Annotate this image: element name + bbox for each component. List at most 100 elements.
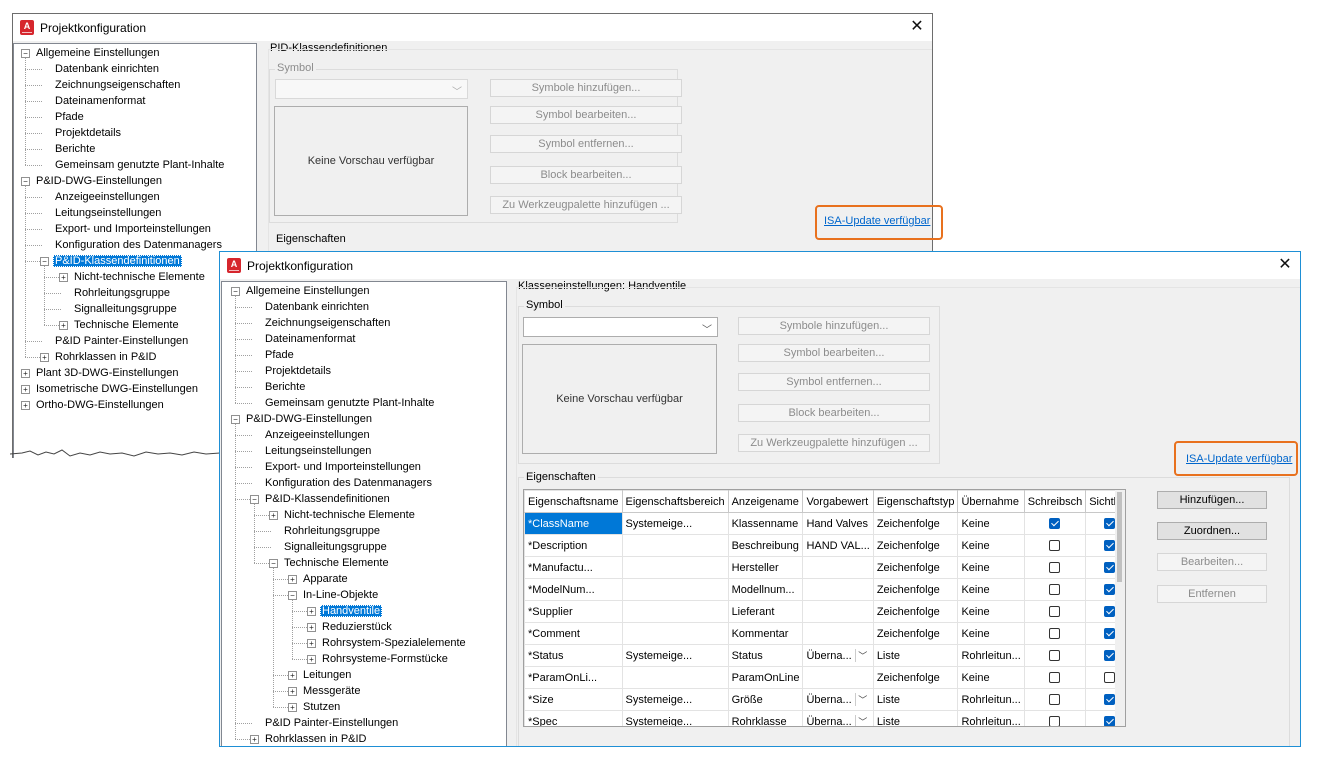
add-to-tool-palette-button[interactable]: Zu Werkzeugpalette hinzufügen ... <box>490 196 682 214</box>
collapse-icon[interactable]: − <box>231 287 240 296</box>
edit-property-button[interactable]: Bearbeiten... <box>1157 553 1267 571</box>
cell-default[interactable]: Überna... ﹀ <box>802 688 874 711</box>
edit-block-button[interactable]: Block bearbeiten... <box>738 404 930 422</box>
visible-checkbox[interactable] <box>1103 540 1115 552</box>
expand-icon[interactable]: + <box>288 575 297 584</box>
tree-item[interactable]: Datenbank einrichten <box>53 61 161 77</box>
readonly-checkbox[interactable] <box>1049 716 1061 726</box>
tree-item[interactable]: Rohrleitungsgruppe <box>72 285 172 301</box>
expand-icon[interactable]: + <box>288 671 297 680</box>
table-row[interactable]: *ParamOnLi... ParamOnLine Zeichenfolge Kein… <box>524 666 1125 689</box>
tree-item[interactable]: Konfiguration des Datenmanagers <box>53 237 224 253</box>
tree-item[interactable]: Reduzierstück <box>320 619 394 635</box>
expand-icon[interactable]: + <box>21 369 30 378</box>
cell-default[interactable] <box>802 578 874 601</box>
table-row[interactable]: *Size Systemeige... Größe Überna... ﹀ Liste Ro… <box>524 688 1125 711</box>
cell-name[interactable]: *ParamOnLi... <box>524 666 623 689</box>
collapse-icon[interactable]: − <box>250 495 259 504</box>
cell-name[interactable]: *ClassName <box>524 512 623 535</box>
tree-item[interactable]: Gemeinsam genutzte Plant-Inhalte <box>263 395 436 411</box>
cell-default[interactable]: Hand Valves <box>802 512 874 535</box>
expand-icon[interactable]: + <box>288 703 297 712</box>
column-header[interactable]: Eigenschaftstyp <box>872 490 959 513</box>
cell-type[interactable]: Liste <box>872 688 959 711</box>
tree-item[interactable]: Leitungen <box>301 667 353 683</box>
column-header[interactable]: Eigenschaftsname <box>524 490 623 513</box>
default-value-dropdown[interactable]: Überna... ﹀ <box>806 648 869 662</box>
edit-symbol-button[interactable]: Symbol bearbeiten... <box>738 344 930 362</box>
readonly-checkbox[interactable] <box>1049 606 1061 618</box>
expand-icon[interactable]: + <box>21 401 30 410</box>
tree-item[interactable]: P&ID-DWG-Einstellungen <box>34 173 164 189</box>
readonly-checkbox[interactable] <box>1049 628 1061 640</box>
tree-item[interactable]: Messgeräte <box>301 683 362 699</box>
cell-scope[interactable] <box>621 534 729 557</box>
cell-display[interactable]: Status <box>727 644 804 667</box>
cell-scope[interactable]: Systemeige... <box>621 710 729 726</box>
tree-item[interactable]: Anzeigeeinstellungen <box>263 427 372 443</box>
edit-symbol-button[interactable]: Symbol bearbeiten... <box>490 106 682 124</box>
cell-default[interactable]: Überna... ﹀ <box>802 710 874 726</box>
expand-icon[interactable]: + <box>250 735 259 744</box>
column-header[interactable]: Schreibsch <box>1023 490 1087 513</box>
table-row[interactable]: *Status Systemeige... Status Überna... ﹀ List… <box>524 644 1125 667</box>
cell-inherit[interactable]: Keine <box>957 512 1025 535</box>
cell-display[interactable]: Größe <box>727 688 804 711</box>
tree-item[interactable]: Leitungseinstellungen <box>263 443 373 459</box>
cell-default[interactable]: HAND VAL... <box>802 534 874 557</box>
properties-grid[interactable]: Eigenschaftsname Eigenschaftsbereich Anzei… <box>523 489 1126 727</box>
tree-item[interactable]: Ortho-DWG-Einstellungen <box>34 397 166 413</box>
tree-item[interactable]: P&ID Painter-Einstellungen <box>53 333 190 349</box>
assign-property-button[interactable]: Zuordnen... <box>1157 522 1267 540</box>
table-row[interactable]: *Manufactu... Hersteller Zeichenfolge Keine <box>524 556 1125 579</box>
cell-display[interactable]: ParamOnLine <box>727 666 804 689</box>
cell-inherit[interactable]: Keine <box>957 556 1025 579</box>
cell-default[interactable] <box>802 622 874 645</box>
collapse-icon[interactable]: − <box>288 591 297 600</box>
readonly-checkbox[interactable] <box>1049 584 1061 596</box>
tree-item[interactable]: Stutzen <box>301 699 342 715</box>
tree-item[interactable]: P&ID-DWG-Einstellungen <box>244 411 374 427</box>
cell-display[interactable]: Rohrklasse <box>727 710 804 726</box>
tree-item[interactable]: Dateinamenformat <box>53 93 148 109</box>
edit-block-button[interactable]: Block bearbeiten... <box>490 166 682 184</box>
tree-item[interactable]: Signalleitungsgruppe <box>282 539 389 555</box>
tree-item[interactable]: Apparate <box>301 571 350 587</box>
remove-symbol-button[interactable]: Symbol entfernen... <box>738 373 930 391</box>
table-row[interactable]: *Description Beschreibung HAND VAL... Zeich… <box>524 534 1125 557</box>
cell-type[interactable]: Zeichenfolge <box>872 622 959 645</box>
readonly-checkbox[interactable] <box>1049 672 1061 684</box>
cell-name[interactable]: *Status <box>524 644 623 667</box>
column-header[interactable]: Anzeigename <box>727 490 804 513</box>
cell-name[interactable]: *Description <box>524 534 623 557</box>
visible-checkbox[interactable] <box>1103 628 1115 640</box>
cell-scope[interactable] <box>621 622 729 645</box>
collapse-icon[interactable]: − <box>231 415 240 424</box>
remove-property-button[interactable]: Entfernen <box>1157 585 1267 603</box>
column-header[interactable]: Eigenschaftsbereich <box>621 490 729 513</box>
table-row[interactable]: *ModelNum... Modellnum... Zeichenfolge Kein… <box>524 578 1125 601</box>
add-symbols-button[interactable]: Symbole hinzufügen... <box>490 79 682 97</box>
tree-item[interactable]: Datenbank einrichten <box>263 299 371 315</box>
readonly-checkbox[interactable] <box>1049 694 1061 706</box>
cell-type[interactable]: Zeichenfolge <box>872 512 959 535</box>
cell-type[interactable]: Zeichenfolge <box>872 556 959 579</box>
tree-item[interactable]: Signalleitungsgruppe <box>72 301 179 317</box>
cell-inherit[interactable]: Keine <box>957 578 1025 601</box>
cell-display[interactable]: Kommentar <box>727 622 804 645</box>
default-value-dropdown[interactable]: Überna... ﹀ <box>806 692 869 706</box>
cell-scope[interactable]: Systemeige... <box>621 512 729 535</box>
visible-checkbox[interactable] <box>1103 672 1115 684</box>
visible-checkbox[interactable] <box>1103 562 1115 574</box>
visible-checkbox[interactable] <box>1103 694 1115 706</box>
symbol-dropdown[interactable]: ﹀ <box>523 317 718 337</box>
column-header[interactable]: Übernahme <box>957 490 1025 513</box>
tree-item[interactable]: Export- und Importeinstellungen <box>53 221 213 237</box>
cell-default[interactable] <box>802 666 874 689</box>
collapse-icon[interactable]: − <box>269 559 278 568</box>
collapse-icon[interactable]: − <box>40 257 49 266</box>
cell-display[interactable]: Beschreibung <box>727 534 804 557</box>
cell-name[interactable]: *Comment <box>524 622 623 645</box>
cell-scope[interactable] <box>621 666 729 689</box>
tree-item[interactable]: Technische Elemente <box>72 317 181 333</box>
